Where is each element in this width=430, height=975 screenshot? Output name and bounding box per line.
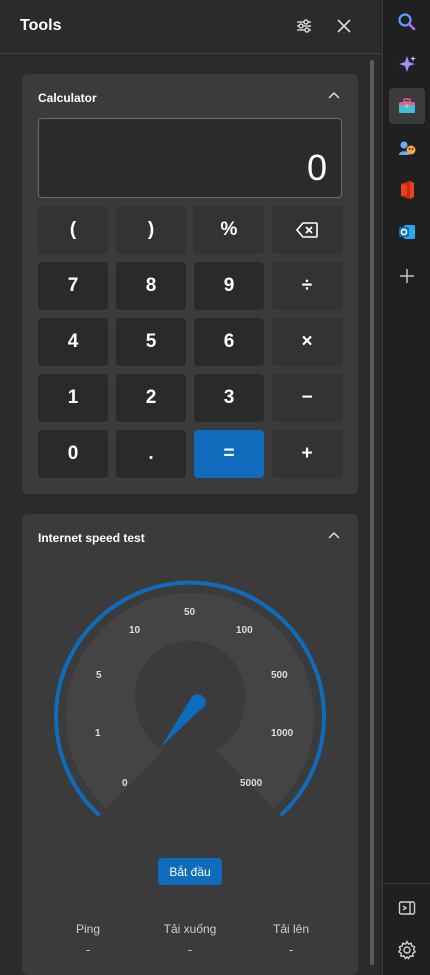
- speed-test-card: Internet speed test 0 1 5 10 50 100 500 …: [22, 514, 358, 975]
- backspace-icon: [296, 222, 318, 238]
- calculator-display: 0: [38, 118, 342, 198]
- calculator-card: Calculator 0 ( ) % 7 8 9 ÷ 4 5 6 × 1 2 3…: [22, 74, 358, 494]
- gauge-label-1000: 1000: [271, 728, 294, 739]
- close-icon[interactable]: [332, 14, 356, 38]
- upload-value: -: [288, 942, 294, 957]
- gauge-label-10: 10: [129, 625, 141, 636]
- scrollbar[interactable]: [370, 60, 374, 965]
- download-value: -: [187, 942, 193, 957]
- key-divide[interactable]: ÷: [272, 262, 342, 310]
- gauge-label-50: 50: [184, 607, 196, 618]
- ping-value: -: [85, 942, 91, 957]
- key-plus[interactable]: +: [272, 430, 342, 478]
- chevron-up-icon[interactable]: [326, 528, 342, 544]
- key-multiply[interactable]: ×: [272, 318, 342, 366]
- key-minus[interactable]: −: [272, 374, 342, 422]
- games-icon[interactable]: [389, 130, 425, 166]
- gauge-label-5: 5: [96, 670, 102, 681]
- rail-divider: [383, 883, 430, 884]
- gauge-label-500: 500: [271, 670, 288, 681]
- key-5[interactable]: 5: [116, 318, 186, 366]
- hide-sidebar-icon[interactable]: [389, 890, 425, 926]
- tools-icon[interactable]: [389, 88, 425, 124]
- upload-label: Tải lên: [272, 922, 310, 936]
- tools-panel: Tools Calculator 0 ( ) % 7 8 9 ÷ 4 5 6 ×…: [0, 0, 381, 975]
- ping-label: Ping: [75, 922, 101, 936]
- key-decimal[interactable]: .: [116, 430, 186, 478]
- outlook-icon[interactable]: [389, 214, 425, 250]
- sidebar-rail: [382, 0, 430, 975]
- settings-icon[interactable]: [389, 932, 425, 968]
- office-icon[interactable]: [389, 172, 425, 208]
- key-9[interactable]: 9: [194, 262, 264, 310]
- key-0[interactable]: 0: [38, 430, 108, 478]
- key-7[interactable]: 7: [38, 262, 108, 310]
- display-value: 0: [306, 147, 327, 188]
- upload-stat: Tải lên -: [241, 922, 341, 957]
- sliders-icon[interactable]: [292, 14, 316, 38]
- key-1[interactable]: 1: [38, 374, 108, 422]
- gauge-label-100: 100: [236, 625, 253, 636]
- search-icon[interactable]: [389, 4, 425, 40]
- download-label: Tải xuống: [163, 922, 217, 936]
- key-close-paren[interactable]: ): [116, 206, 186, 254]
- speed-gauge: 0 1 5 10 50 100 500 1000 5000: [22, 562, 358, 852]
- key-2[interactable]: 2: [116, 374, 186, 422]
- key-equals[interactable]: =: [194, 430, 264, 478]
- chevron-up-icon[interactable]: [326, 88, 342, 104]
- calculator-title: Calculator: [38, 91, 97, 105]
- start-button[interactable]: Bắt đầu: [158, 858, 222, 885]
- download-stat: Tải xuống -: [140, 922, 240, 957]
- key-3[interactable]: 3: [194, 374, 264, 422]
- panel-header: Tools: [0, 0, 381, 54]
- gauge-label-0: 0: [122, 778, 128, 789]
- gauge-label-1: 1: [95, 728, 101, 739]
- ping-stat: Ping -: [38, 922, 138, 957]
- gauge-label-5000: 5000: [240, 778, 263, 789]
- panel-title: Tools: [20, 17, 62, 34]
- key-percent[interactable]: %: [194, 206, 264, 254]
- key-8[interactable]: 8: [116, 262, 186, 310]
- add-icon[interactable]: [389, 258, 425, 294]
- copilot-icon[interactable]: [389, 46, 425, 82]
- key-open-paren[interactable]: (: [38, 206, 108, 254]
- backspace-button[interactable]: [272, 206, 342, 254]
- key-6[interactable]: 6: [194, 318, 264, 366]
- key-4[interactable]: 4: [38, 318, 108, 366]
- speed-test-title: Internet speed test: [38, 531, 145, 545]
